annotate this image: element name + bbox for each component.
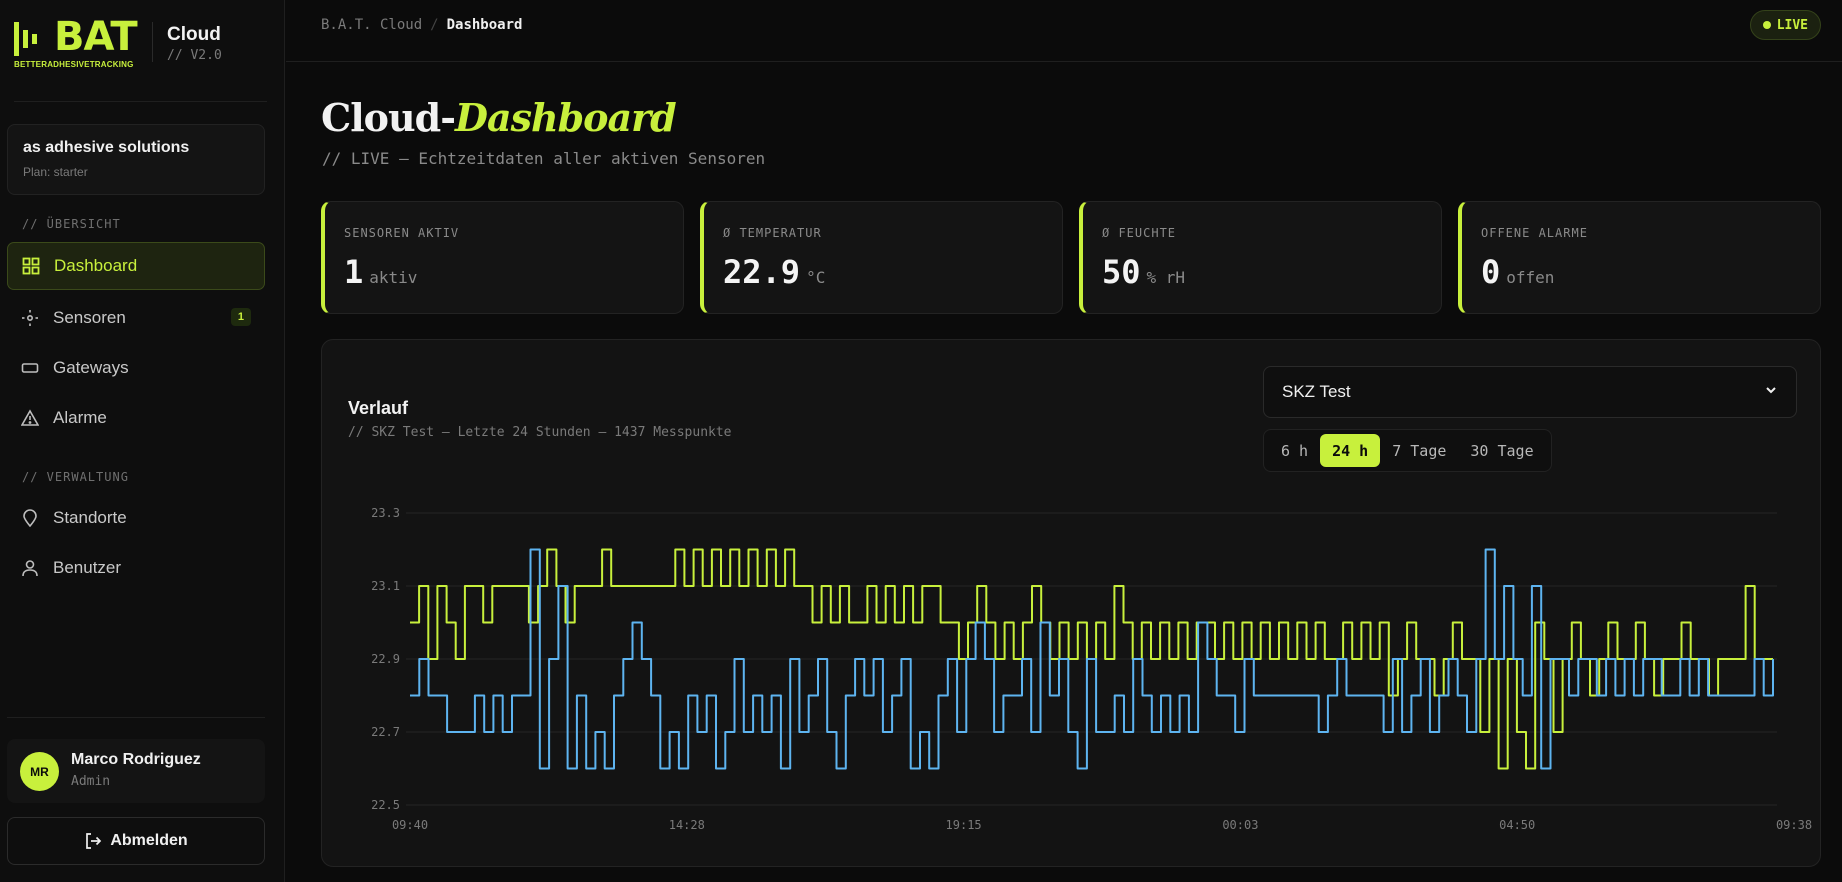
- x-tick-label: 09:38: [1776, 818, 1812, 832]
- location-pin-icon: [21, 509, 39, 527]
- stat-unit: offen: [1506, 268, 1555, 287]
- stat-value: 0: [1481, 253, 1501, 291]
- sidebar: BAT BETTERADHESIVETRACKING Cloud // V2.0…: [0, 0, 285, 882]
- y-tick-label: 22.9: [371, 652, 400, 666]
- stat-card-alarms: OFFENE ALARME 0 offen: [1458, 201, 1821, 314]
- user-card[interactable]: MR Marco Rodriguez Admin: [7, 739, 265, 803]
- sensor-count-badge: 1: [230, 308, 251, 326]
- stat-unit: % rH: [1146, 268, 1186, 287]
- stat-value: 22.9: [723, 253, 801, 291]
- breadcrumb-separator: /: [430, 17, 439, 33]
- grid-icon: [22, 257, 40, 275]
- sidebar-item-alarme[interactable]: Alarme: [7, 394, 265, 442]
- breadcrumb: B.A.T. Cloud / Dashboard: [321, 17, 522, 33]
- organization-name: as adhesive solutions: [23, 139, 190, 156]
- stat-card-humidity: Ø FEUCHTE 50 % rH: [1079, 201, 1442, 314]
- sidebar-item-label: Standorte: [53, 508, 127, 527]
- sidebar-item-sensoren[interactable]: Sensoren 1: [7, 294, 265, 342]
- bat-logo[interactable]: BAT BETTERADHESIVETRACKING: [14, 14, 138, 70]
- live-status-badge: LIVE: [1749, 10, 1821, 40]
- brand-version: // V2.0: [167, 48, 222, 63]
- breadcrumb-current: Dashboard: [446, 17, 523, 33]
- stat-label: Ø TEMPERATUR: [723, 226, 822, 240]
- y-tick-label: 22.7: [371, 725, 400, 739]
- logo-subtitle: BETTERADHESIVETRACKING: [14, 60, 134, 69]
- stat-label: OFFENE ALARME: [1481, 226, 1588, 240]
- user-icon: [21, 559, 39, 577]
- stat-value: 50: [1102, 253, 1141, 291]
- history-line-chart: 23.3 23.1 22.9 22.7 22.5 09:40 14:28 19:15 00:03…: [371, 506, 1812, 832]
- stat-unit: °C: [806, 268, 826, 287]
- stat-unit: aktiv: [369, 268, 418, 287]
- sensor-icon: [21, 309, 39, 327]
- logout-icon: [84, 832, 102, 850]
- topbar: B.A.T. Cloud / Dashboard LIVE: [286, 0, 1842, 62]
- stat-card-temperature: Ø TEMPERATUR 22.9 °C: [700, 201, 1063, 314]
- stat-label: SENSOREN AKTIV: [344, 226, 460, 240]
- nav-section-overview: // ÜBERSICHT: [22, 217, 121, 231]
- gateway-icon: [21, 359, 39, 377]
- brand-name: Cloud: [167, 24, 221, 45]
- logout-button[interactable]: Abmelden: [7, 817, 265, 865]
- sidebar-item-standorte[interactable]: Standorte: [7, 494, 265, 542]
- x-tick-label: 04:50: [1499, 818, 1535, 832]
- x-tick-label: 19:15: [946, 818, 982, 832]
- sidebar-item-label: Sensoren: [53, 308, 126, 327]
- brand-divider: [152, 22, 153, 62]
- stat-value: 1: [344, 253, 364, 291]
- sidebar-item-label: Alarme: [53, 408, 107, 427]
- page-subtitle: // LIVE — Echtzeitdaten aller aktiven Se…: [322, 149, 766, 168]
- x-tick-label: 14:28: [669, 818, 705, 832]
- page-title-main: Cloud-: [321, 95, 456, 140]
- brand-header: BAT BETTERADHESIVETRACKING Cloud // V2.0: [14, 14, 267, 102]
- live-label: LIVE: [1776, 17, 1808, 33]
- sidebar-divider: [7, 717, 265, 718]
- page-title-accent: Dashboard: [455, 95, 677, 140]
- stat-label: Ø FEUCHTE: [1102, 226, 1177, 240]
- sidebar-item-label: Benutzer: [53, 558, 122, 577]
- sidebar-item-label: Dashboard: [54, 256, 138, 275]
- sidebar-item-gateways[interactable]: Gateways: [7, 344, 265, 392]
- organization-card[interactable]: as adhesive solutions Plan: starter: [7, 124, 265, 195]
- x-tick-label: 09:40: [392, 818, 428, 832]
- nav-section-admin: // VERWALTUNG: [22, 470, 129, 484]
- user-name: Marco Rodriguez: [71, 751, 201, 768]
- live-dot-icon: [1762, 21, 1771, 29]
- history-chart-card: Verlauf // SKZ Test — Letzte 24 Stunden …: [321, 339, 1821, 867]
- page-title: Cloud-Dashboard: [321, 95, 677, 140]
- avatar: MR: [20, 752, 59, 791]
- y-tick-label: 23.1: [371, 579, 400, 593]
- y-tick-label: 22.5: [371, 798, 400, 812]
- user-role: Admin: [71, 774, 111, 789]
- warning-icon: [21, 409, 39, 427]
- logout-label: Abmelden: [110, 832, 188, 849]
- organization-plan: Plan: starter: [23, 165, 88, 179]
- breadcrumb-root[interactable]: B.A.T. Cloud: [321, 17, 422, 33]
- logo-word: BAT: [54, 14, 138, 60]
- y-tick-label: 23.3: [371, 506, 400, 520]
- sidebar-item-label: Gateways: [53, 358, 129, 377]
- x-tick-label: 00:03: [1222, 818, 1258, 832]
- stat-card-sensors: SENSOREN AKTIV 1 aktiv: [321, 201, 684, 314]
- sidebar-item-dashboard[interactable]: Dashboard: [7, 242, 265, 290]
- sidebar-item-benutzer[interactable]: Benutzer: [7, 544, 265, 592]
